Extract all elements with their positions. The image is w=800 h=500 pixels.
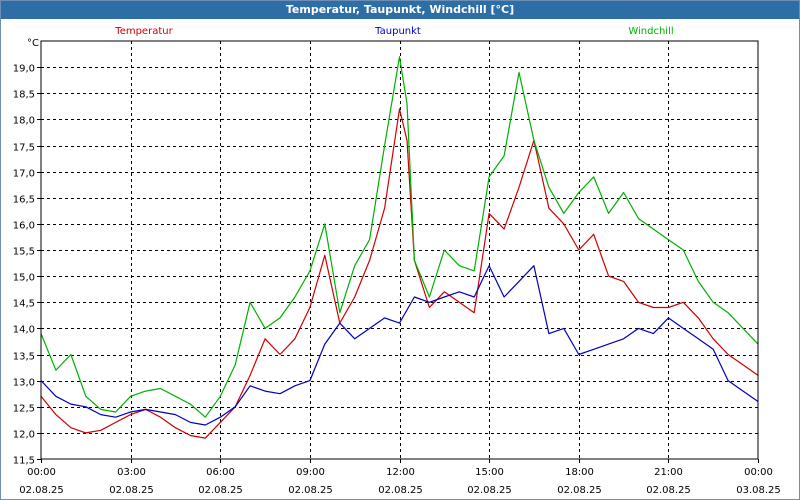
x-tick-date-label: 02.08.25 (378, 485, 423, 496)
x-tick-time-label: 03:00 (117, 467, 146, 478)
y-tick-label: 12,5 (13, 404, 35, 415)
x-tick-time-label: 00:00 (27, 467, 56, 478)
x-tick-time-label: 06:00 (206, 467, 235, 478)
x-tick-time-label: 21:00 (654, 467, 683, 478)
legend-layer: Temperatur Taupunkt Windchill (114, 26, 673, 37)
y-tick-label: 11,5 (13, 456, 35, 467)
y-tick-label: 17,5 (13, 143, 35, 154)
x-tick-time-label: 09:00 (296, 467, 325, 478)
y-tick-label: 18,0 (13, 116, 35, 127)
x-tick-date-label: 02.08.25 (646, 485, 691, 496)
x-tick-date-label: 02.08.25 (288, 485, 333, 496)
y-tick-label: 13,0 (13, 378, 35, 389)
x-tick-date-label: 02.08.25 (557, 485, 602, 496)
series-layer (40, 56, 759, 439)
x-tick-date-label: 03.08.25 (736, 485, 781, 496)
legend-label-windchill: Windchill (628, 26, 673, 37)
y-axis-unit: °C (27, 38, 39, 49)
x-tick-time-label: 00:00 (744, 467, 773, 478)
x-tick-date-label: 02.08.25 (467, 485, 512, 496)
series-line-taupunkt (40, 265, 759, 426)
window-title: Temperatur, Taupunkt, Windchill [°C] (1, 1, 799, 19)
y-tick-label: 14,0 (13, 325, 35, 336)
y-tick-label: 16,0 (13, 221, 35, 232)
y-tick-label: 18,5 (13, 90, 35, 101)
y-tick-label: 19,0 (13, 64, 35, 75)
chart-svg: 11,5 12,0 12,5 13,0 13,5 14,0 14,5 15,0 15,5 16,0… (13, 26, 781, 496)
y-tick-label: 15,5 (13, 247, 35, 258)
y-tick-label: 14,5 (13, 299, 35, 310)
plot-frame (40, 40, 759, 460)
y-tick-label: 13,5 (13, 352, 35, 363)
x-tick-time-label: 12:00 (386, 467, 415, 478)
y-tick-label: 17,0 (13, 169, 35, 180)
y-tick-label: 16,5 (13, 195, 35, 206)
y-tick-label: 15,0 (13, 273, 35, 284)
x-tick-date-label: 02.08.25 (19, 485, 64, 496)
grid-layer (41, 41, 758, 459)
x-tick-date-label: 02.08.25 (198, 485, 243, 496)
legend-label-temperatur: Temperatur (114, 26, 173, 37)
x-tick-time-label: 18:00 (565, 467, 594, 478)
series-line-temperatur (40, 108, 759, 439)
y-tick-label: 12,0 (13, 430, 35, 441)
x-tick-date-label: 02.08.25 (109, 485, 154, 496)
axis-layer: 11,5 12,0 12,5 13,0 13,5 14,0 14,5 15,0 15,5 16,0… (13, 38, 781, 496)
legend-label-taupunkt: Taupunkt (374, 26, 421, 37)
chart-window: Temperatur, Taupunkt, Windchill [°C] 11,… (0, 0, 800, 500)
x-tick-time-label: 15:00 (475, 467, 504, 478)
